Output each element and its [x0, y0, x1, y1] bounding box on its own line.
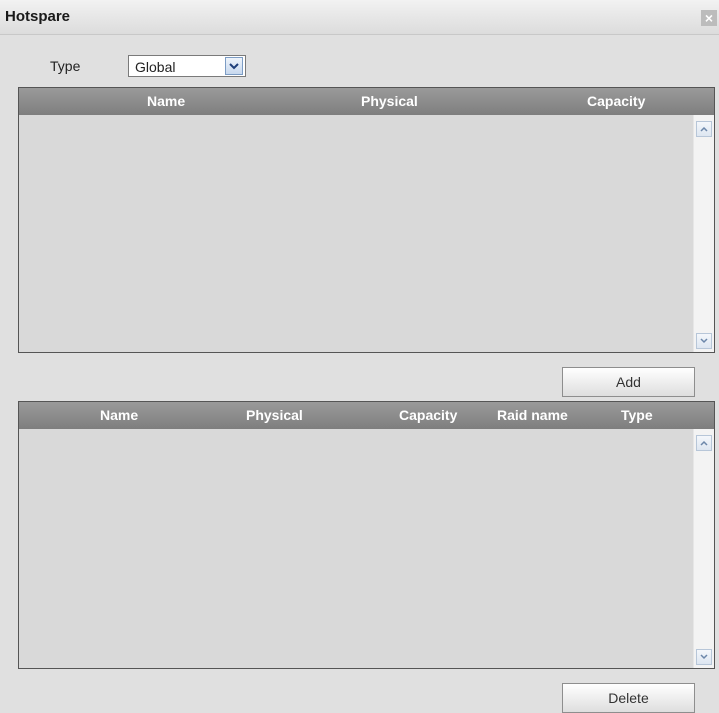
scrollbar[interactable] [693, 429, 714, 668]
column-header-name: Name [100, 407, 139, 423]
close-icon[interactable]: × [701, 10, 717, 26]
column-header-raid-name: Raid name [497, 407, 568, 423]
column-header-name: Name [147, 93, 186, 109]
scroll-up-icon[interactable] [696, 435, 712, 451]
dialog-title: Hotspare [5, 8, 71, 25]
column-header-capacity: Capacity [587, 93, 646, 109]
chevron-down-icon[interactable] [225, 57, 243, 75]
scrollbar[interactable] [693, 115, 714, 352]
hotspare-disks-table: Name Physical Capacity Raid name Type [18, 401, 715, 669]
scroll-up-icon[interactable] [696, 121, 712, 137]
type-label: Type [50, 58, 81, 74]
type-select-value: Global [135, 59, 176, 75]
column-header-physical: Physical [246, 407, 303, 423]
available-disks-table: Name Physical Capacity [18, 87, 715, 353]
dialog-title-bar: Hotspare × [0, 0, 719, 35]
scroll-down-icon[interactable] [696, 333, 712, 349]
column-header-physical: Physical [361, 93, 418, 109]
table-header: Name Physical Capacity [19, 88, 714, 115]
add-button[interactable]: Add [562, 367, 695, 397]
scroll-down-icon[interactable] [696, 649, 712, 665]
column-header-type: Type [621, 407, 653, 423]
delete-button[interactable]: Delete [562, 683, 695, 713]
type-select[interactable]: Global [128, 55, 246, 77]
column-header-capacity: Capacity [399, 407, 458, 423]
table-header: Name Physical Capacity Raid name Type [19, 402, 714, 429]
